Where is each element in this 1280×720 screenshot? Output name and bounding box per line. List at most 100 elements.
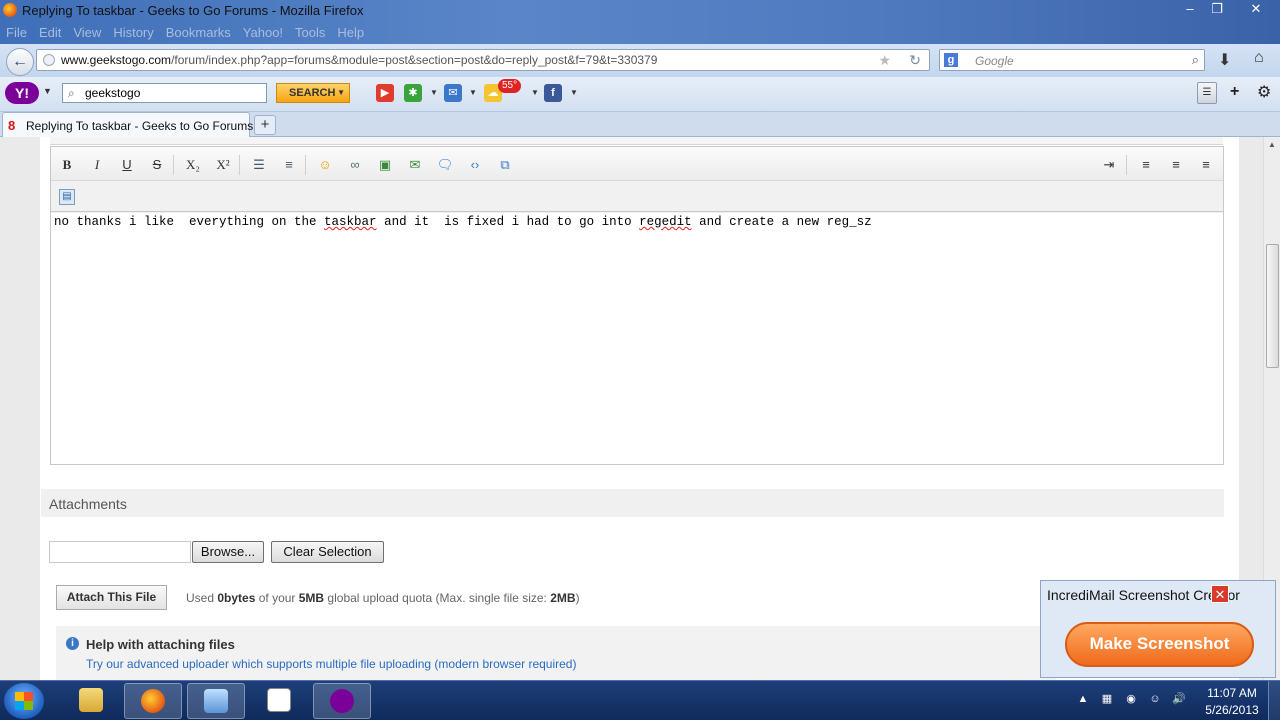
media-icon[interactable]: ⧉ xyxy=(496,156,514,174)
quote-icon[interactable]: 🗨 xyxy=(436,156,454,174)
code-icon[interactable]: ‹› xyxy=(466,156,484,174)
taskbar-yahoo-messenger[interactable] xyxy=(313,683,371,719)
yahoo-messenger-icon xyxy=(330,689,354,713)
link-icon[interactable]: ∞ xyxy=(346,156,364,174)
taskbar-control-panel[interactable] xyxy=(187,683,245,719)
url-domain: www.geekstogo.com xyxy=(61,53,172,67)
menu-bookmarks[interactable]: Bookmarks xyxy=(160,22,237,42)
quota-max: 2MB xyxy=(550,591,576,605)
menu-file[interactable]: File xyxy=(0,22,33,42)
align-right-icon[interactable]: ≡ xyxy=(1197,156,1215,174)
window-title: Replying To taskbar - Geeks to Go Forums… xyxy=(22,3,364,18)
tab-label: Replying To taskbar - Geeks to Go Forums xyxy=(26,119,254,133)
add-icon[interactable]: + xyxy=(1230,83,1239,101)
security-icon[interactable]: ◉ xyxy=(1124,692,1138,706)
yahoo-search-button[interactable]: SEARCH ▼ xyxy=(276,83,350,103)
url-bar[interactable]: www.geekstogo.com/forum/index.php?app=fo… xyxy=(36,49,930,71)
chevron-down-icon[interactable]: ▼ xyxy=(570,88,578,97)
globe-icon xyxy=(43,54,55,66)
web-search-box[interactable]: g Google ⌕ xyxy=(939,49,1205,71)
subscript-button[interactable]: X₂ xyxy=(184,156,202,174)
start-button[interactable] xyxy=(4,683,44,719)
clock-date[interactable]: 5/26/2013 xyxy=(1202,703,1262,717)
network-icon[interactable]: ▦ xyxy=(1100,692,1114,706)
bold-button[interactable]: B xyxy=(58,156,76,174)
close-button[interactable]: ✕ xyxy=(1234,0,1278,20)
notepad-icon xyxy=(267,688,291,712)
emoticon-icon[interactable]: ☺ xyxy=(316,156,334,174)
taskbar-firefox[interactable] xyxy=(124,683,182,719)
scrollbar-thumb[interactable] xyxy=(1266,244,1279,368)
chevron-down-icon[interactable]: ▼ xyxy=(469,88,477,97)
align-center-icon[interactable]: ≡ xyxy=(1167,156,1185,174)
view-source-icon[interactable]: ▤ xyxy=(59,189,75,205)
align-left-icon[interactable]: ≡ xyxy=(1137,156,1155,174)
scroll-up-icon[interactable]: ▲ xyxy=(1268,140,1276,149)
menu-bar: File Edit View History Bookmarks Yahoo! … xyxy=(0,22,370,42)
youtube-icon[interactable]: ▶ xyxy=(376,84,394,102)
popup-close-button[interactable]: ✕ xyxy=(1211,585,1229,603)
image-icon[interactable]: ▣ xyxy=(376,156,394,174)
home-icon[interactable]: ⌂ xyxy=(1254,49,1264,67)
clear-selection-button[interactable]: Clear Selection xyxy=(271,541,384,563)
menu-edit[interactable]: Edit xyxy=(33,22,67,42)
minimize-button[interactable]: – xyxy=(1177,0,1203,20)
show-hidden-icons-icon[interactable]: ▲ xyxy=(1076,692,1090,706)
chevron-down-icon[interactable]: ▼ xyxy=(531,88,539,97)
chevron-down-icon[interactable]: ▼ xyxy=(43,86,52,96)
mail-icon[interactable]: ✉ xyxy=(444,84,462,102)
new-tab-button[interactable]: + xyxy=(254,115,276,135)
maximize-button[interactable]: ❐ xyxy=(1204,0,1230,20)
volume-icon[interactable]: 🔊 xyxy=(1172,692,1186,706)
reload-icon[interactable]: ↻ xyxy=(909,52,921,69)
chevron-down-icon[interactable]: ▼ xyxy=(337,84,345,102)
tab-replying[interactable]: 8 Replying To taskbar - Geeks to Go Foru… xyxy=(2,112,254,138)
italic-button[interactable]: I xyxy=(88,156,106,174)
toolbar-divider xyxy=(239,155,240,175)
post-text-part: no thanks i like everything on the xyxy=(54,215,325,229)
menu-yahoo[interactable]: Yahoo! xyxy=(237,22,289,42)
clock-time[interactable]: 11:07 AM xyxy=(1204,686,1260,700)
star-icon[interactable]: ✱ xyxy=(404,84,422,102)
browse-button[interactable]: Browse... xyxy=(192,541,264,563)
taskbar-notepad[interactable] xyxy=(250,683,308,719)
chevron-down-icon[interactable]: ▼ xyxy=(430,88,438,97)
menu-tools[interactable]: Tools xyxy=(289,22,331,42)
control-panel-icon xyxy=(204,689,228,713)
strikethrough-button[interactable]: S xyxy=(148,156,166,174)
make-screenshot-button[interactable]: Make Screenshot xyxy=(1065,622,1254,667)
format-toolbar: B I U S X₂ X² ☰ ≡ ☺ ∞ ▣ ✉ 🗨 ‹› ⧉ ⇥ ≡ ≡ ≡ xyxy=(51,147,1223,181)
facebook-icon[interactable]: f xyxy=(544,84,562,102)
firefox-logo-icon xyxy=(3,3,17,17)
menu-history[interactable]: History xyxy=(107,22,159,42)
url-path: /forum/index.php?app=forums&module=post&… xyxy=(171,53,658,67)
indent-icon[interactable]: ⇥ xyxy=(1100,156,1118,174)
attach-file-button[interactable]: Attach This File xyxy=(56,585,167,610)
upload-quota-text: Used 0bytes of your 5MB global upload qu… xyxy=(186,591,580,605)
back-button[interactable]: ← xyxy=(6,48,34,76)
gear-icon[interactable]: ⚙ xyxy=(1257,82,1271,102)
help-title: Help with attaching files xyxy=(86,637,235,652)
show-desktop-button[interactable] xyxy=(1268,681,1280,720)
advanced-uploader-link[interactable]: Try our advanced uploader which supports… xyxy=(86,657,576,671)
bookmark-star-icon[interactable]: ★ xyxy=(878,52,891,69)
download-icon[interactable]: ⬇ xyxy=(1218,50,1231,70)
bullet-list-icon[interactable]: ☰ xyxy=(250,156,268,174)
menu-help[interactable]: Help xyxy=(331,22,370,42)
messenger-tray-icon[interactable]: ☺ xyxy=(1148,692,1162,706)
superscript-button[interactable]: X² xyxy=(214,156,232,174)
google-icon[interactable]: g xyxy=(944,53,958,67)
search-icon: ⌕ xyxy=(68,86,75,100)
list-icon[interactable]: ☰ xyxy=(1197,82,1217,104)
file-path-input[interactable] xyxy=(49,541,191,563)
post-textarea[interactable]: no thanks i like everything on the taskb… xyxy=(51,213,1223,464)
menu-view[interactable]: View xyxy=(67,22,107,42)
taskbar-explorer[interactable] xyxy=(62,683,120,719)
yahoo-search-input[interactable]: ⌕ geekstogo xyxy=(62,83,267,103)
email-icon[interactable]: ✉ xyxy=(406,156,424,174)
yahoo-logo-icon[interactable]: Y! xyxy=(5,82,39,104)
info-icon: i xyxy=(66,637,79,650)
underline-button[interactable]: U xyxy=(118,156,136,174)
search-icon[interactable]: ⌕ xyxy=(1192,52,1199,68)
numbered-list-icon[interactable]: ≡ xyxy=(280,156,298,174)
